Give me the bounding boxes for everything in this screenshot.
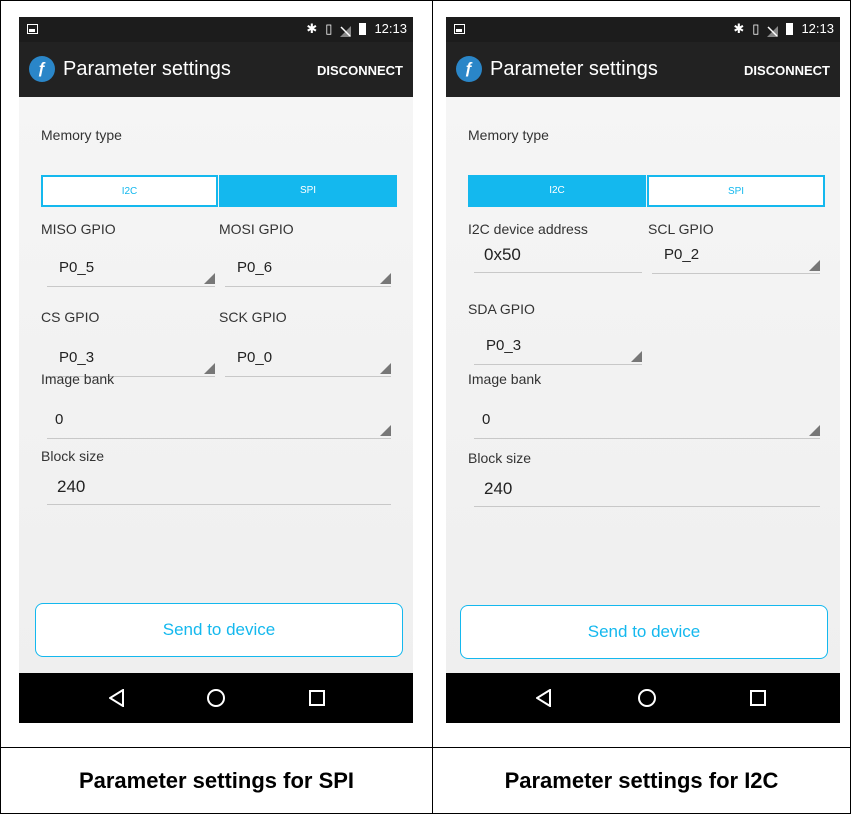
status-time: 12:13: [801, 21, 834, 36]
phone-i2c: ✱ ▯ 12:13 ƒ Parameter settings DISCONNEC…: [446, 17, 840, 723]
app-bar: ƒ Parameter settings DISCONNECT: [446, 42, 840, 97]
image-bank-spinner[interactable]: 0: [474, 399, 820, 439]
nav-bar: [19, 673, 413, 723]
home-circle-icon: [638, 689, 656, 707]
battery-icon: [359, 23, 367, 35]
app-title: Parameter settings: [63, 58, 231, 80]
disconnect-button[interactable]: DISCONNECT: [317, 63, 403, 78]
segment-i2c[interactable]: I2C: [468, 175, 646, 207]
disconnect-button[interactable]: DISCONNECT: [744, 63, 830, 78]
settings-form: Memory type I2C SPI I2C device address S…: [446, 97, 840, 673]
sda-value: P0_3: [486, 337, 522, 354]
battery-icon: [786, 23, 794, 35]
dropdown-triangle-icon: [380, 273, 391, 284]
notification-icon: [27, 24, 38, 34]
segment-i2c[interactable]: I2C: [41, 175, 218, 207]
cs-value: P0_3: [59, 349, 95, 366]
back-button[interactable]: [87, 673, 147, 723]
caption-spi: Parameter settings for SPI: [78, 768, 355, 793]
app-title: Parameter settings: [490, 58, 658, 80]
bluetooth-icon: ✱: [306, 21, 318, 36]
status-bar: ✱ ▯ 12:13: [19, 17, 413, 42]
back-triangle-icon: [109, 689, 124, 707]
recents-square-icon: [309, 690, 325, 706]
cs-label: CS GPIO: [41, 309, 100, 325]
image-bank-spinner[interactable]: 0: [47, 399, 391, 439]
dropdown-triangle-icon: [809, 425, 820, 436]
miso-label: MISO GPIO: [41, 221, 116, 237]
home-button[interactable]: [186, 673, 246, 723]
dropdown-triangle-icon: [204, 273, 215, 284]
send-to-device-button[interactable]: Send to device: [35, 603, 403, 657]
mosi-spinner[interactable]: P0_6: [225, 247, 391, 287]
image-bank-label: Image bank: [41, 371, 115, 387]
phone-spi: ✱ ▯ 12:13 ƒ Parameter settings DISCONNEC…: [19, 17, 413, 723]
miso-spinner[interactable]: P0_5: [47, 247, 215, 287]
recents-button[interactable]: [728, 673, 788, 723]
sck-value: P0_0: [237, 349, 273, 366]
dropdown-triangle-icon: [380, 425, 391, 436]
send-to-device-button[interactable]: Send to device: [460, 605, 828, 659]
dropdown-triangle-icon: [631, 351, 642, 362]
i2c-address-value: 0x50: [484, 245, 521, 264]
scl-value: P0_2: [664, 246, 700, 263]
dropdown-triangle-icon: [204, 363, 215, 374]
no-signal-icon: [767, 24, 779, 37]
miso-value: P0_5: [59, 259, 95, 276]
home-circle-icon: [207, 689, 225, 707]
status-time: 12:13: [374, 21, 407, 36]
block-size-value: 240: [57, 477, 86, 496]
app-logo-icon: ƒ: [456, 56, 482, 82]
nav-bar: [446, 673, 840, 723]
app-bar: ƒ Parameter settings DISCONNECT: [19, 42, 413, 97]
sda-spinner[interactable]: P0_3: [474, 325, 642, 365]
dropdown-triangle-icon: [809, 260, 820, 271]
mosi-label: MOSI GPIO: [219, 221, 294, 237]
app-logo-icon: ƒ: [29, 56, 55, 82]
i2c-address-label: I2C device address: [468, 221, 588, 237]
vibrate-icon: ▯: [752, 21, 760, 36]
memory-type-label: Memory type: [468, 127, 549, 143]
block-size-label: Block size: [468, 450, 532, 466]
scl-spinner[interactable]: P0_2: [652, 234, 820, 274]
mosi-value: P0_6: [237, 259, 273, 276]
home-button[interactable]: [617, 673, 677, 723]
segment-spi[interactable]: SPI: [219, 175, 397, 207]
no-signal-icon: [340, 24, 352, 37]
image-bank-value: 0: [55, 411, 64, 428]
memory-type-label: Memory type: [41, 127, 122, 143]
dropdown-triangle-icon: [380, 363, 391, 374]
vibrate-icon: ▯: [325, 21, 333, 36]
image-bank-label: Image bank: [468, 371, 542, 387]
column-divider: [432, 0, 433, 814]
recents-square-icon: [750, 690, 766, 706]
bluetooth-icon: ✱: [733, 21, 745, 36]
back-triangle-icon: [536, 689, 551, 707]
back-button[interactable]: [514, 673, 574, 723]
block-size-input[interactable]: 240: [47, 469, 391, 505]
sck-spinner[interactable]: P0_0: [225, 337, 391, 377]
caption-i2c: Parameter settings for I2C: [504, 768, 779, 793]
status-bar: ✱ ▯ 12:13: [446, 17, 840, 42]
block-size-value: 240: [484, 479, 513, 498]
block-size-label: Block size: [41, 448, 105, 464]
i2c-address-input[interactable]: 0x50: [474, 237, 642, 273]
sck-label: SCK GPIO: [219, 309, 287, 325]
notification-icon: [454, 24, 465, 34]
settings-form: Memory type I2C SPI MISO GPIO MOSI GPIO …: [19, 97, 413, 673]
segment-spi[interactable]: SPI: [647, 175, 825, 207]
sda-label: SDA GPIO: [468, 301, 535, 317]
image-bank-value: 0: [482, 411, 491, 428]
block-size-input[interactable]: 240: [474, 471, 820, 507]
recents-button[interactable]: [287, 673, 347, 723]
